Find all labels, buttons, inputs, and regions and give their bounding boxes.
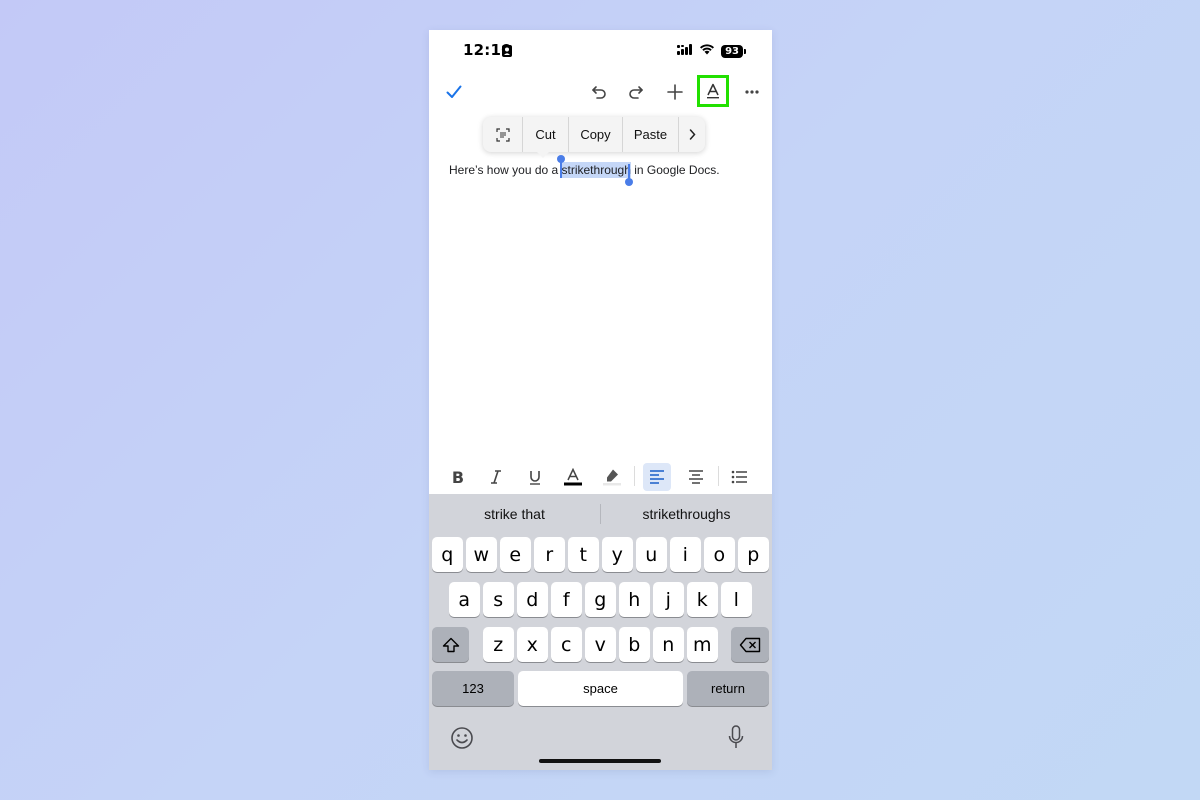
key-r[interactable]: r	[534, 537, 565, 572]
done-check-icon[interactable]	[443, 81, 465, 103]
document-paragraph[interactable]: Here’s how you do a strikethrough in Goo…	[449, 162, 720, 178]
phone-screen: 12:10 93 Cut Copy Paste Here’s how you d…	[429, 30, 772, 770]
battery-tip	[744, 48, 746, 54]
status-indicators: 93	[677, 42, 746, 60]
key-g[interactable]: g	[585, 582, 616, 617]
numbers-key[interactable]: 123	[432, 671, 514, 706]
toolbar-divider	[634, 466, 635, 486]
key-n[interactable]: n	[653, 627, 684, 662]
key-f[interactable]: f	[551, 582, 582, 617]
predictive-suggestions-bar: strike that strikethroughs	[429, 494, 772, 534]
key-d[interactable]: d	[517, 582, 548, 617]
edit-context-menu: Cut Copy Paste	[483, 117, 705, 152]
key-k[interactable]: k	[687, 582, 718, 617]
underline-icon[interactable]	[521, 463, 549, 491]
context-menu-pointer	[536, 151, 550, 158]
home-indicator	[539, 759, 661, 763]
more-chevron-right-icon[interactable]	[679, 117, 705, 152]
key-t[interactable]: t	[568, 537, 599, 572]
key-q[interactable]: q	[432, 537, 463, 572]
redo-icon[interactable]	[624, 80, 648, 104]
microphone-icon[interactable]	[728, 725, 744, 756]
key-b[interactable]: b	[619, 627, 650, 662]
scan-text-icon[interactable]	[483, 117, 523, 152]
shift-key[interactable]	[432, 627, 469, 662]
selected-text[interactable]: strikethrough	[561, 162, 631, 178]
wifi-icon	[699, 42, 715, 60]
copy-button[interactable]: Copy	[569, 117, 623, 152]
italic-icon[interactable]	[482, 463, 510, 491]
key-j[interactable]: j	[653, 582, 684, 617]
key-i[interactable]: i	[670, 537, 701, 572]
insert-plus-icon[interactable]	[663, 80, 687, 104]
key-l[interactable]: l	[721, 582, 752, 617]
undo-icon[interactable]	[587, 80, 611, 104]
key-v[interactable]: v	[585, 627, 616, 662]
key-e[interactable]: e	[500, 537, 531, 572]
toolbar-divider	[718, 466, 719, 486]
cut-button[interactable]: Cut	[523, 117, 569, 152]
key-s[interactable]: s	[483, 582, 514, 617]
bold-icon[interactable]: B	[444, 463, 472, 491]
key-z[interactable]: z	[483, 627, 514, 662]
key-h[interactable]: h	[619, 582, 650, 617]
align-center-icon[interactable]	[682, 463, 710, 491]
emoji-icon[interactable]	[450, 726, 474, 755]
ios-keyboard: strike that strikethroughs qwertyuiop as…	[429, 494, 772, 770]
align-left-icon[interactable]	[643, 463, 671, 491]
text-format-icon[interactable]	[697, 75, 729, 107]
key-p[interactable]: p	[738, 537, 769, 572]
key-u[interactable]: u	[636, 537, 667, 572]
key-c[interactable]: c	[551, 627, 582, 662]
text-before-selection: Here’s how you do a	[449, 163, 562, 177]
paste-button[interactable]: Paste	[623, 117, 679, 152]
key-w[interactable]: w	[466, 537, 497, 572]
formatting-toolbar: B	[429, 460, 772, 494]
key-x[interactable]: x	[517, 627, 548, 662]
more-options-icon[interactable]	[741, 80, 763, 104]
text-after-selection: in Google Docs.	[630, 163, 720, 177]
backspace-key[interactable]	[731, 627, 769, 662]
space-key[interactable]: space	[518, 671, 683, 706]
text-color-icon[interactable]	[559, 463, 587, 491]
suggestion-2[interactable]: strikethroughs	[601, 506, 772, 522]
person-badge-icon	[502, 44, 512, 62]
selection-start-bar	[560, 159, 562, 178]
highlight-color-icon[interactable]	[598, 463, 626, 491]
signal-icon	[677, 42, 693, 60]
selection-end-handle[interactable]	[625, 178, 633, 186]
return-key[interactable]: return	[687, 671, 769, 706]
key-o[interactable]: o	[704, 537, 735, 572]
suggestion-1[interactable]: strike that	[429, 506, 600, 522]
key-a[interactable]: a	[449, 582, 480, 617]
battery-level: 93	[721, 44, 743, 58]
key-m[interactable]: m	[687, 627, 718, 662]
key-y[interactable]: y	[602, 537, 633, 572]
bulleted-list-icon[interactable]	[725, 463, 753, 491]
